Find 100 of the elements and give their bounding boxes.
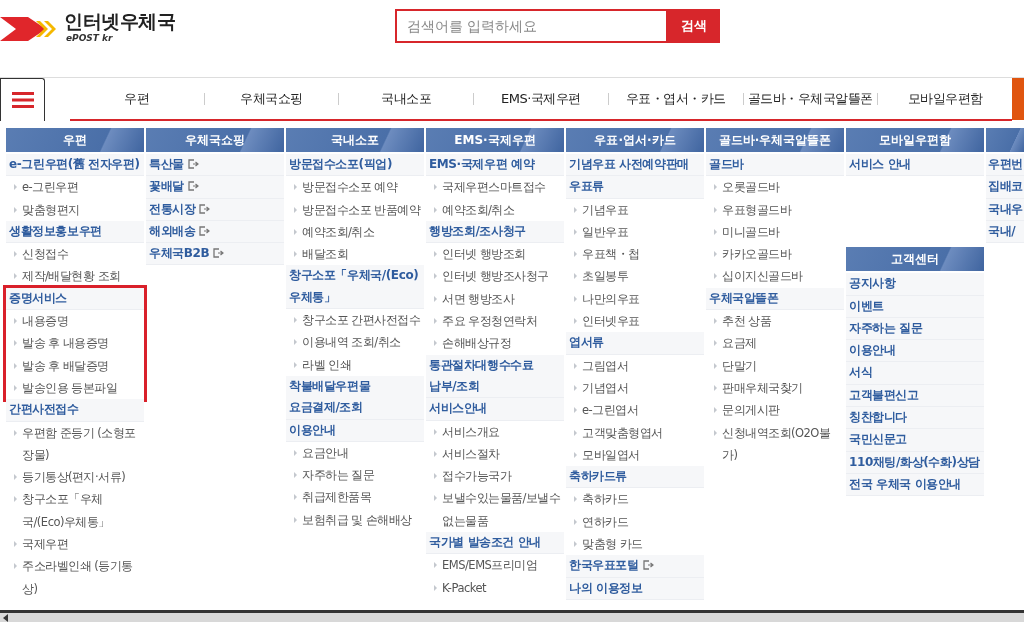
- menu-link[interactable]: 방문접수소포 반품예약: [302, 198, 421, 221]
- menu-link[interactable]: 창구소포「우체국/(Eco)우체통」: [22, 488, 144, 534]
- menu-link[interactable]: 초일봉투: [582, 265, 628, 288]
- search-button[interactable]: 검색: [668, 9, 720, 43]
- menu-link[interactable]: 발송 후 내용증명: [22, 332, 109, 355]
- menu-heading-link[interactable]: 골드바: [706, 154, 844, 177]
- menu-heading-link[interactable]: 꽃배달: [146, 176, 284, 199]
- menu-heading-link[interactable]: 방문접수소포(픽업): [286, 154, 424, 177]
- nav-tab[interactable]: 골드바・우체국알뜰폰: [743, 89, 878, 108]
- menu-link[interactable]: 기념우표: [582, 198, 628, 221]
- menu-link[interactable]: 카카오골드바: [722, 243, 791, 266]
- menu-heading-link[interactable]: 엽서류: [566, 332, 704, 355]
- menu-link[interactable]: 취급제한품목: [302, 486, 371, 509]
- search-field[interactable]: 검색어를 입력하세요: [395, 9, 668, 43]
- menu-heading-link[interactable]: 전국 우체국 이용안내: [846, 473, 984, 497]
- menu-link[interactable]: 창구소포 간편사전접수: [302, 309, 421, 332]
- horizontal-scrollbar[interactable]: [0, 610, 1024, 622]
- nav-tab[interactable]: 우체국쇼핑: [204, 89, 339, 108]
- menu-link[interactable]: 십이지신골드바: [722, 265, 803, 288]
- menu-link[interactable]: 추천 상품: [722, 310, 772, 333]
- menu-link[interactable]: 그림엽서: [582, 354, 628, 377]
- menu-link[interactable]: 모바일엽서: [582, 443, 640, 467]
- menu-link[interactable]: 제작/배달현황 조회: [22, 265, 121, 288]
- nav-tab[interactable]: 우편: [70, 89, 204, 108]
- menu-heading-link[interactable]: 기념우표 사전예약판매: [566, 154, 704, 177]
- menu-heading-link[interactable]: 국내우: [986, 198, 1024, 221]
- menu-link[interactable]: 등기통상(편지·서류): [22, 466, 126, 489]
- menu-link[interactable]: 보험취급 및 손해배상: [302, 508, 412, 532]
- menu-heading-link[interactable]: 특산물: [146, 154, 284, 177]
- menu-link[interactable]: 국제우편: [22, 533, 68, 556]
- menu-link[interactable]: 연하카드: [582, 510, 628, 534]
- nav-tab[interactable]: 우표・엽서・카드: [608, 89, 743, 108]
- menu-heading-link[interactable]: 국내/: [986, 220, 1024, 244]
- menu-button[interactable]: [0, 78, 45, 121]
- menu-link[interactable]: 우편함 준등기 (소형포장물): [22, 421, 144, 467]
- menu-heading-link[interactable]: 해외배송: [146, 220, 284, 244]
- logo-title[interactable]: 인터넷우체국: [64, 9, 175, 33]
- menu-heading-link[interactable]: 서비스안내: [426, 398, 564, 421]
- menu-link[interactable]: K-Packet: [442, 576, 487, 599]
- nav-tab[interactable]: EMS·국제우편: [474, 89, 608, 108]
- menu-heading-link[interactable]: 행방조회/조사청구: [426, 220, 564, 244]
- menu-heading-link[interactable]: 창구소포「우체국/(Eco)우체통」: [286, 265, 424, 310]
- menu-link[interactable]: 보낼수있는물품/보낼수없는물품: [442, 487, 564, 533]
- menu-link[interactable]: 방문접수소포 예약: [302, 176, 398, 199]
- menu-link[interactable]: 서비스절차: [442, 442, 500, 466]
- menu-heading-link[interactable]: 국가별 발송조건 안내: [426, 532, 564, 555]
- menu-heading-link[interactable]: 간편사전접수: [6, 399, 144, 422]
- menu-link[interactable]: 일반우표: [582, 220, 628, 244]
- menu-link[interactable]: 서비스개요: [442, 420, 500, 443]
- menu-heading-link[interactable]: 국민신문고: [846, 429, 984, 452]
- menu-link[interactable]: 발송 후 배달증명: [22, 354, 109, 377]
- menu-heading-link[interactable]: 생활정보홍보우편: [6, 220, 144, 244]
- menu-heading-link[interactable]: 집배코: [986, 176, 1024, 199]
- menu-heading-link[interactable]: 통관절차대행수수료 납부/조회: [426, 354, 564, 399]
- menu-link[interactable]: 우표형골드바: [722, 198, 791, 221]
- menu-heading-link[interactable]: 이용안내: [286, 419, 424, 442]
- nav-tab[interactable]: 국내소포: [339, 89, 474, 108]
- menu-link[interactable]: 인터넷 행방조사청구: [442, 265, 549, 288]
- menu-link[interactable]: 인터넷우표: [582, 310, 640, 333]
- menu-link[interactable]: 맞춤형편지: [22, 198, 80, 221]
- menu-link[interactable]: 발송인용 등본파일: [22, 376, 118, 400]
- menu-heading-link[interactable]: EMS·국제우편 예약: [426, 154, 564, 177]
- menu-heading-link[interactable]: 증명서비스: [6, 287, 144, 311]
- menu-link[interactable]: 단말기: [722, 354, 757, 377]
- menu-link[interactable]: 문의게시판: [722, 399, 780, 422]
- menu-link[interactable]: 기념엽서: [582, 376, 628, 400]
- menu-link[interactable]: 요금제: [722, 332, 757, 355]
- menu-link[interactable]: 판매우체국찾기: [722, 376, 803, 400]
- menu-heading-link[interactable]: 고객불편신고: [846, 384, 984, 408]
- menu-link[interactable]: 맞춤형 카드: [582, 533, 643, 556]
- menu-heading-link[interactable]: 110채팅/화상(수화)상담: [846, 451, 984, 474]
- menu-link[interactable]: 서면 행방조사: [442, 287, 515, 311]
- menu-link[interactable]: 배달조회: [302, 243, 348, 266]
- menu-heading-link[interactable]: 서비스 안내: [846, 154, 984, 177]
- menu-link[interactable]: 국제우편스마트접수: [442, 176, 546, 199]
- menu-heading-link[interactable]: 축하카드류: [566, 466, 704, 489]
- menu-link[interactable]: 자주하는 질문: [302, 464, 375, 487]
- menu-heading-link[interactable]: 칭찬합니다: [846, 407, 984, 430]
- menu-link[interactable]: 미니골드바: [722, 220, 780, 244]
- menu-heading-link[interactable]: 공지사항: [846, 273, 984, 296]
- menu-link[interactable]: e-그린우편: [22, 176, 79, 199]
- menu-link[interactable]: 주요 우정청연락처: [442, 310, 538, 333]
- menu-heading-link[interactable]: 우편번: [986, 154, 1024, 177]
- menu-link[interactable]: 고객맞춤형엽서: [582, 421, 663, 444]
- menu-link[interactable]: 이용내역 조회/취소: [302, 331, 401, 354]
- menu-link[interactable]: 오롯골드바: [722, 176, 780, 199]
- menu-heading-link[interactable]: 착불배달우편물 요금결제/조회: [286, 375, 424, 420]
- menu-link[interactable]: 신청내역조회(O2O불가): [722, 421, 844, 467]
- menu-link[interactable]: 축하카드: [582, 488, 628, 511]
- menu-link[interactable]: 라벨 인쇄: [302, 353, 352, 376]
- menu-link[interactable]: 내용증명: [22, 310, 68, 333]
- nav-tab[interactable]: 모바일우편함: [878, 89, 1013, 108]
- menu-link[interactable]: 손해배상규정: [442, 332, 511, 355]
- menu-link[interactable]: 접수가능국가: [442, 465, 511, 488]
- menu-link[interactable]: 예약조회/취소: [442, 198, 515, 221]
- menu-link[interactable]: 예약조회/취소: [302, 220, 375, 244]
- menu-heading-link[interactable]: 자주하는 질문: [846, 317, 984, 341]
- menu-heading-link[interactable]: 나의 이용정보: [566, 577, 704, 600]
- menu-heading-link[interactable]: 우표류: [566, 176, 704, 199]
- scroll-left-icon[interactable]: [3, 613, 8, 622]
